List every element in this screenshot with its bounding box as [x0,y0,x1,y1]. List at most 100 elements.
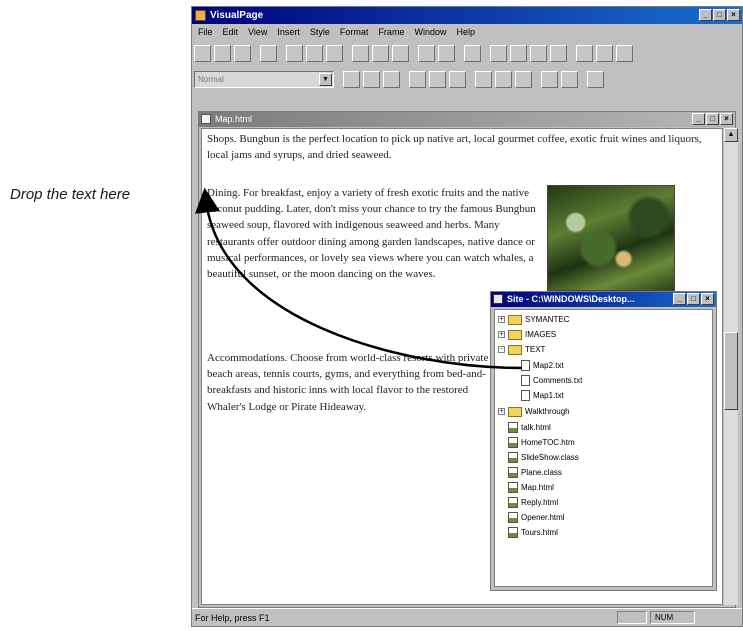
align-center-icon[interactable] [510,44,527,62]
web-page-icon [508,437,518,449]
tree-item-tours-html[interactable]: Tours.html [508,525,558,540]
line-break-icon[interactable] [587,70,604,88]
minimize-button[interactable]: _ [699,9,712,21]
tree-item-opener-html[interactable]: Opener.html [508,510,565,525]
paragraph-shops[interactable]: Shops. Bungbun is the perfect location t… [207,131,705,163]
tree-item-map2-txt[interactable]: Map2.txt [521,358,564,373]
menu-edit[interactable]: Edit [223,24,239,40]
italic-icon[interactable] [363,70,380,88]
menu-bar: File Edit View Insert Style Format Frame… [192,24,742,40]
close-button[interactable]: × [727,9,740,21]
document-title: Map.html [215,114,253,124]
menu-frame[interactable]: Frame [378,24,404,40]
layout-icon[interactable] [576,44,593,62]
document-minimize-button[interactable]: _ [692,113,705,125]
insert-link-icon[interactable] [438,44,455,62]
tree-item-map-html[interactable]: Map.html [508,480,554,495]
expand-icon[interactable]: + [498,408,505,416]
tree-item-talk-html[interactable]: talk.html [508,420,551,435]
tree-item-plane-class[interactable]: Plane.class [508,465,562,480]
font-size-up-icon[interactable] [409,70,426,88]
grid-icon[interactable] [596,44,613,62]
site-close-button[interactable]: × [701,293,714,305]
insert-image-icon[interactable] [418,44,435,62]
preview-icon[interactable] [260,44,277,62]
font-size-down-icon[interactable] [429,70,446,88]
menu-file[interactable]: File [198,24,213,40]
tree-item-text[interactable]: - TEXT [498,342,545,357]
underline-icon[interactable] [383,70,400,88]
spell-check-icon[interactable] [464,44,481,62]
tree-item-label: SlideShow.class [521,453,579,462]
text-color-icon[interactable] [449,70,466,88]
status-pane-empty [617,611,647,624]
maximize-button[interactable]: □ [713,9,726,21]
help-icon[interactable] [616,44,633,62]
insert-form-icon[interactable] [372,44,389,62]
tree-item-label: TEXT [525,345,546,354]
site-maximize-button[interactable]: □ [687,293,700,305]
indent-icon[interactable] [515,70,532,88]
tree-item-map1-txt[interactable]: Map1.txt [521,388,564,403]
tree-item-label: IMAGES [525,330,557,339]
text-file-icon [521,375,530,387]
scroll-up-icon[interactable]: ▲ [724,128,738,142]
jungle-photo[interactable] [547,185,675,291]
insert-frame-icon[interactable] [392,44,409,62]
tree-item-label: SYMANTEC [525,315,570,324]
menu-view[interactable]: View [248,24,267,40]
collapse-icon[interactable]: - [498,346,505,354]
tree-item-symantec[interactable]: + SYMANTEC [498,312,569,327]
chevron-down-icon[interactable]: ▼ [319,72,332,86]
document-scrollbar[interactable]: ▲ [724,128,738,605]
tree-item-hometoc-htm[interactable]: HomeTOC.htm [508,435,575,450]
insert-table-icon[interactable] [352,44,369,62]
paragraph-accommodations[interactable]: Accommodations. Choose from world-class … [207,350,490,415]
document-close-button[interactable]: × [720,113,733,125]
scroll-thumb[interactable] [724,332,738,410]
tree-item-label: Plane.class [521,468,562,477]
tree-item-label: Tours.html [521,528,558,537]
new-page-icon[interactable] [194,44,211,62]
tree-item-reply-html[interactable]: Reply.html [508,495,558,510]
caption-drop-text: Drop the text here [10,186,131,203]
menu-help[interactable]: Help [456,24,475,40]
bold-icon[interactable] [343,70,360,88]
justify-icon[interactable] [550,44,567,62]
document-maximize-button[interactable]: □ [706,113,719,125]
site-window-controls: _ □ × [673,293,714,305]
align-right-icon[interactable] [530,44,547,62]
tree-item-comments-txt[interactable]: Comments.txt [521,373,582,388]
app-icon [195,10,206,21]
bullet-list-icon[interactable] [475,70,492,88]
align-left-icon[interactable] [490,44,507,62]
menu-insert[interactable]: Insert [277,24,300,40]
folder-open-icon [508,344,522,355]
folder-icon [508,329,522,340]
tree-item-images[interactable]: + IMAGES [498,327,556,342]
web-page-icon [508,422,518,434]
paragraph-dining[interactable]: Dining. For breakfast, enjoy a variety o… [207,185,540,282]
site-minimize-button[interactable]: _ [673,293,686,305]
document-titlebar[interactable]: Map.html _ □ × [199,112,735,127]
site-titlebar[interactable]: Site - C:\WINDOWS\Desktop... _ □ × [491,292,716,307]
open-folder-icon[interactable] [214,44,231,62]
copy-icon[interactable] [306,44,323,62]
expand-icon[interactable]: + [498,316,505,324]
tree-item-slideshow-class[interactable]: SlideShow.class [508,450,579,465]
paragraph-style-select[interactable]: Normal ▼ [194,70,334,88]
window-controls: _ □ × [699,9,740,21]
status-bar: For Help, press F1 NUM [192,608,742,626]
save-icon[interactable] [234,44,251,62]
outdent-icon[interactable] [541,70,558,88]
menu-style[interactable]: Style [310,24,330,40]
horizontal-rule-icon[interactable] [561,70,578,88]
menu-format[interactable]: Format [340,24,369,40]
tree-item-walkthrough[interactable]: + Walkthrough [498,404,570,419]
paste-icon[interactable] [326,44,343,62]
expand-icon[interactable]: + [498,331,505,339]
app-titlebar[interactable]: VisualPage _ □ × [192,7,742,24]
cut-icon[interactable] [286,44,303,62]
menu-window[interactable]: Window [414,24,446,40]
numbered-list-icon[interactable] [495,70,512,88]
